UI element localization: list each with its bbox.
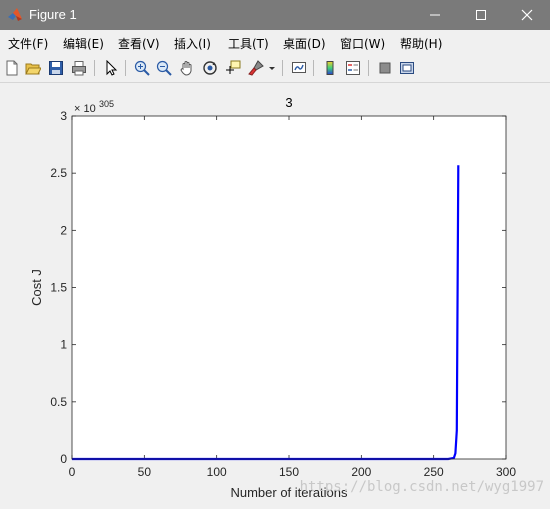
link-plot-icon[interactable]: [290, 59, 308, 77]
data-cursor-icon[interactable]: [224, 59, 242, 77]
hide-plot-tools-icon[interactable]: [376, 59, 394, 77]
x-tick-label: 250: [424, 465, 444, 479]
menu-insert[interactable]: 插入(I): [174, 35, 211, 52]
insert-colorbar-icon[interactable]: [321, 59, 339, 77]
menu-bar: 文件(F) 编辑(E) 查看(V) 插入(I) 工具(T) 桌面(D) 窗口(W…: [0, 30, 550, 54]
edit-plot-icon[interactable]: [102, 59, 120, 77]
y-tick-label: 0.5: [50, 395, 67, 409]
open-file-icon[interactable]: [24, 59, 42, 77]
save-icon[interactable]: [47, 59, 65, 77]
y-axis-label: Cost J: [29, 269, 44, 306]
y-tick-label: 1.5: [50, 281, 67, 295]
y-exponent-power: 305: [99, 99, 114, 109]
figure-canvas[interactable]: 0 50 100 150 200 250 300 0 0.5 1 1.5 2 2.5 3 3 × 10 3…: [0, 83, 550, 504]
menu-edit[interactable]: 编辑(E): [63, 35, 104, 52]
y-tick-label: 2.5: [50, 166, 67, 180]
matlab-icon: [7, 7, 23, 23]
title-bar: Figure 1: [0, 0, 550, 30]
axes-background: [72, 116, 506, 459]
toolbar-separator: [313, 60, 314, 76]
maximize-icon[interactable]: [458, 0, 504, 30]
toolbar: [0, 54, 550, 83]
window-title: Figure 1: [29, 7, 77, 22]
pan-icon[interactable]: [178, 59, 196, 77]
menu-view[interactable]: 查看(V): [118, 35, 160, 52]
menu-help[interactable]: 帮助(H): [400, 35, 442, 52]
x-tick-label: 200: [351, 465, 371, 479]
brush-dropdown-icon[interactable]: [267, 59, 277, 77]
x-tick-label: 150: [279, 465, 299, 479]
insert-legend-icon[interactable]: [344, 59, 362, 77]
toolbar-separator: [125, 60, 126, 76]
x-tick-label: 100: [207, 465, 227, 479]
zoom-out-icon[interactable]: [155, 59, 173, 77]
menu-file[interactable]: 文件(F): [8, 35, 48, 52]
toolbar-separator: [94, 60, 95, 76]
menu-desktop[interactable]: 桌面(D): [283, 35, 326, 52]
rotate-3d-icon[interactable]: [201, 59, 219, 77]
plot-svg: 0 50 100 150 200 250 300 0 0.5 1 1.5 2 2.5 3 3 × 10 3…: [29, 95, 544, 500]
x-tick-label: 300: [496, 465, 516, 479]
plot-title: 3: [285, 95, 292, 110]
brush-icon[interactable]: [247, 59, 265, 77]
toolbar-separator: [282, 60, 283, 76]
x-tick-label: 50: [138, 465, 152, 479]
toolbar-separator: [368, 60, 369, 76]
y-tick-label: 1: [60, 338, 67, 352]
new-figure-icon[interactable]: [3, 59, 21, 77]
y-tick-label: 0: [60, 452, 67, 466]
minimize-icon[interactable]: [412, 0, 458, 30]
print-icon[interactable]: [70, 59, 88, 77]
x-tick-label: 0: [69, 465, 76, 479]
close-icon[interactable]: [504, 0, 550, 30]
zoom-in-icon[interactable]: [133, 59, 151, 77]
menu-window[interactable]: 窗口(W): [340, 35, 385, 52]
y-exponent-base: × 10: [74, 103, 96, 115]
watermark-text: https://blog.csdn.net/wyg1997: [300, 479, 544, 495]
y-tick-label: 3: [60, 109, 67, 123]
menu-tools[interactable]: 工具(T): [228, 35, 269, 52]
y-tick-label: 2: [60, 223, 67, 237]
show-plot-tools-icon[interactable]: [398, 59, 416, 77]
